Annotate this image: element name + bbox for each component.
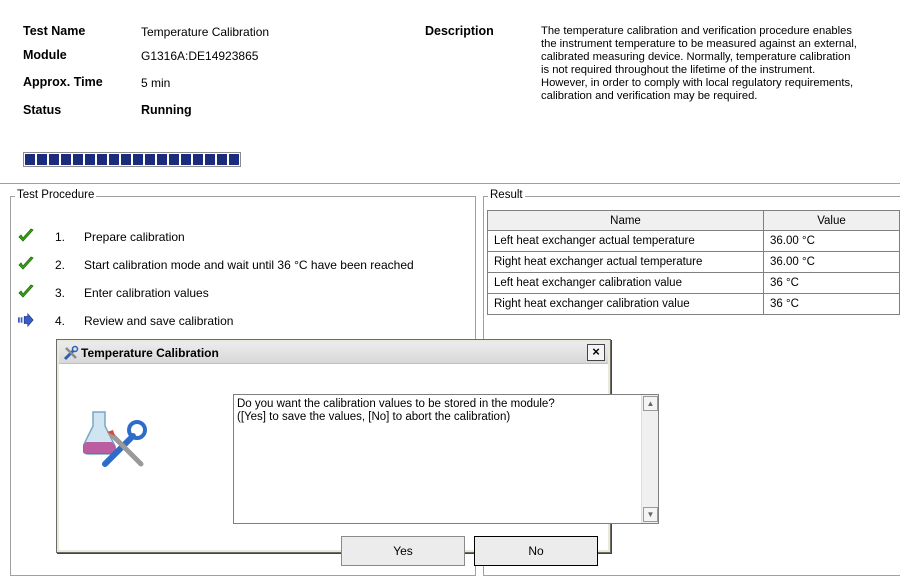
description-line: calibration and verification may be requ… — [541, 90, 758, 102]
row-value: 36.00 °C — [763, 230, 900, 252]
table-row[interactable]: Right heat exchanger actual temperature … — [487, 251, 900, 273]
approx-time-label: Approx. Time — [23, 75, 103, 89]
no-button[interactable]: No — [474, 536, 598, 566]
column-header-value[interactable]: Value — [763, 210, 900, 231]
calibration-tool-icon — [63, 345, 79, 361]
progress-segment — [181, 154, 191, 165]
test-name-label: Test Name — [23, 24, 86, 38]
result-header-row: Name Value — [487, 210, 900, 231]
progress-segment — [205, 154, 215, 165]
progress-segment — [133, 154, 143, 165]
progress-segment — [61, 154, 71, 165]
calibration-dialog: Temperature Calibration × Do you want th… — [56, 339, 659, 566]
test-name-value: Temperature Calibration — [141, 25, 270, 39]
message-line: ([Yes] to save the values, [No] to abort… — [237, 411, 511, 423]
row-name: Right heat exchanger actual temperature — [487, 251, 764, 273]
result-title: Result — [488, 189, 525, 201]
dialog-title: Temperature Calibration — [81, 346, 219, 360]
progress-segment — [49, 154, 59, 165]
module-label: Module — [23, 48, 67, 62]
check-icon — [18, 256, 34, 270]
step-text: Start calibration mode and wait until 36… — [84, 258, 414, 272]
progress-segment — [121, 154, 131, 165]
header-divider — [0, 183, 900, 184]
step-text: Review and save calibration — [84, 314, 234, 328]
check-icon — [18, 284, 34, 298]
lab-flask-tools-icon — [83, 411, 147, 467]
progress-segment — [193, 154, 203, 165]
row-value: 36 °C — [763, 293, 900, 315]
column-header-name[interactable]: Name — [487, 210, 764, 231]
status-label: Status — [23, 103, 62, 117]
close-button[interactable]: × — [587, 344, 605, 361]
progress-segment — [25, 154, 35, 165]
row-name: Right heat exchanger calibration value — [487, 293, 764, 315]
progress-segment — [229, 154, 239, 165]
step-number: 1. — [55, 230, 66, 244]
yes-button[interactable]: Yes — [341, 536, 465, 566]
description-line: The temperature calibration and verifica… — [541, 25, 852, 37]
progress-segment — [169, 154, 179, 165]
approx-time-value: 5 min — [141, 76, 171, 90]
progress-segment — [109, 154, 119, 165]
progress-segment — [37, 154, 47, 165]
progress-bar — [23, 152, 241, 167]
scroll-up-icon[interactable]: ▲ — [643, 396, 658, 411]
scroll-down-icon[interactable]: ▼ — [643, 507, 658, 522]
description-label: Description — [425, 24, 494, 38]
progress-segment — [97, 154, 107, 165]
check-icon — [18, 228, 34, 242]
step-text: Prepare calibration — [84, 230, 185, 244]
progress-segment — [73, 154, 83, 165]
row-name: Left heat exchanger actual temperature — [487, 230, 764, 252]
step-number: 3. — [55, 286, 66, 300]
progress-segment — [217, 154, 227, 165]
message-line: Do you want the calibration values to be… — [237, 398, 555, 410]
result-table: Name Value Left heat exchanger actual te… — [487, 210, 900, 315]
test-procedure-title: Test Procedure — [15, 189, 97, 201]
dialog-titlebar[interactable]: Temperature Calibration × — [59, 342, 608, 364]
description-line: calibrated measuring device. Normally, t… — [541, 51, 851, 63]
description-text: The temperature calibration and verifica… — [541, 25, 896, 103]
description-line: However, in order to comply with local r… — [541, 77, 854, 89]
description-line: the instrument temperature to be measure… — [541, 38, 857, 50]
table-row[interactable]: Right heat exchanger calibration value 3… — [487, 293, 900, 315]
step-text: Enter calibration values — [84, 286, 209, 300]
status-value: Running — [141, 103, 192, 117]
progress-segment — [145, 154, 155, 165]
step-number: 4. — [55, 314, 66, 328]
row-name: Left heat exchanger calibration value — [487, 272, 764, 294]
progress-segment — [157, 154, 167, 165]
step-number: 2. — [55, 258, 66, 272]
description-line: is not required throughout the lifetime … — [541, 64, 816, 76]
current-step-arrow-icon — [18, 312, 34, 328]
progress-segment — [85, 154, 95, 165]
dialog-body: Do you want the calibration values to be… — [59, 364, 659, 566]
row-value: 36.00 °C — [763, 251, 900, 273]
row-value: 36 °C — [763, 272, 900, 294]
module-value: G1316A:DE14923865 — [141, 49, 259, 63]
table-row[interactable]: Left heat exchanger actual temperature 3… — [487, 230, 900, 252]
message-text: Do you want the calibration values to be… — [237, 398, 555, 424]
table-row[interactable]: Left heat exchanger calibration value 36… — [487, 272, 900, 294]
message-scrollbar[interactable]: ▲ ▼ — [641, 395, 658, 523]
message-box[interactable]: Do you want the calibration values to be… — [233, 394, 659, 524]
